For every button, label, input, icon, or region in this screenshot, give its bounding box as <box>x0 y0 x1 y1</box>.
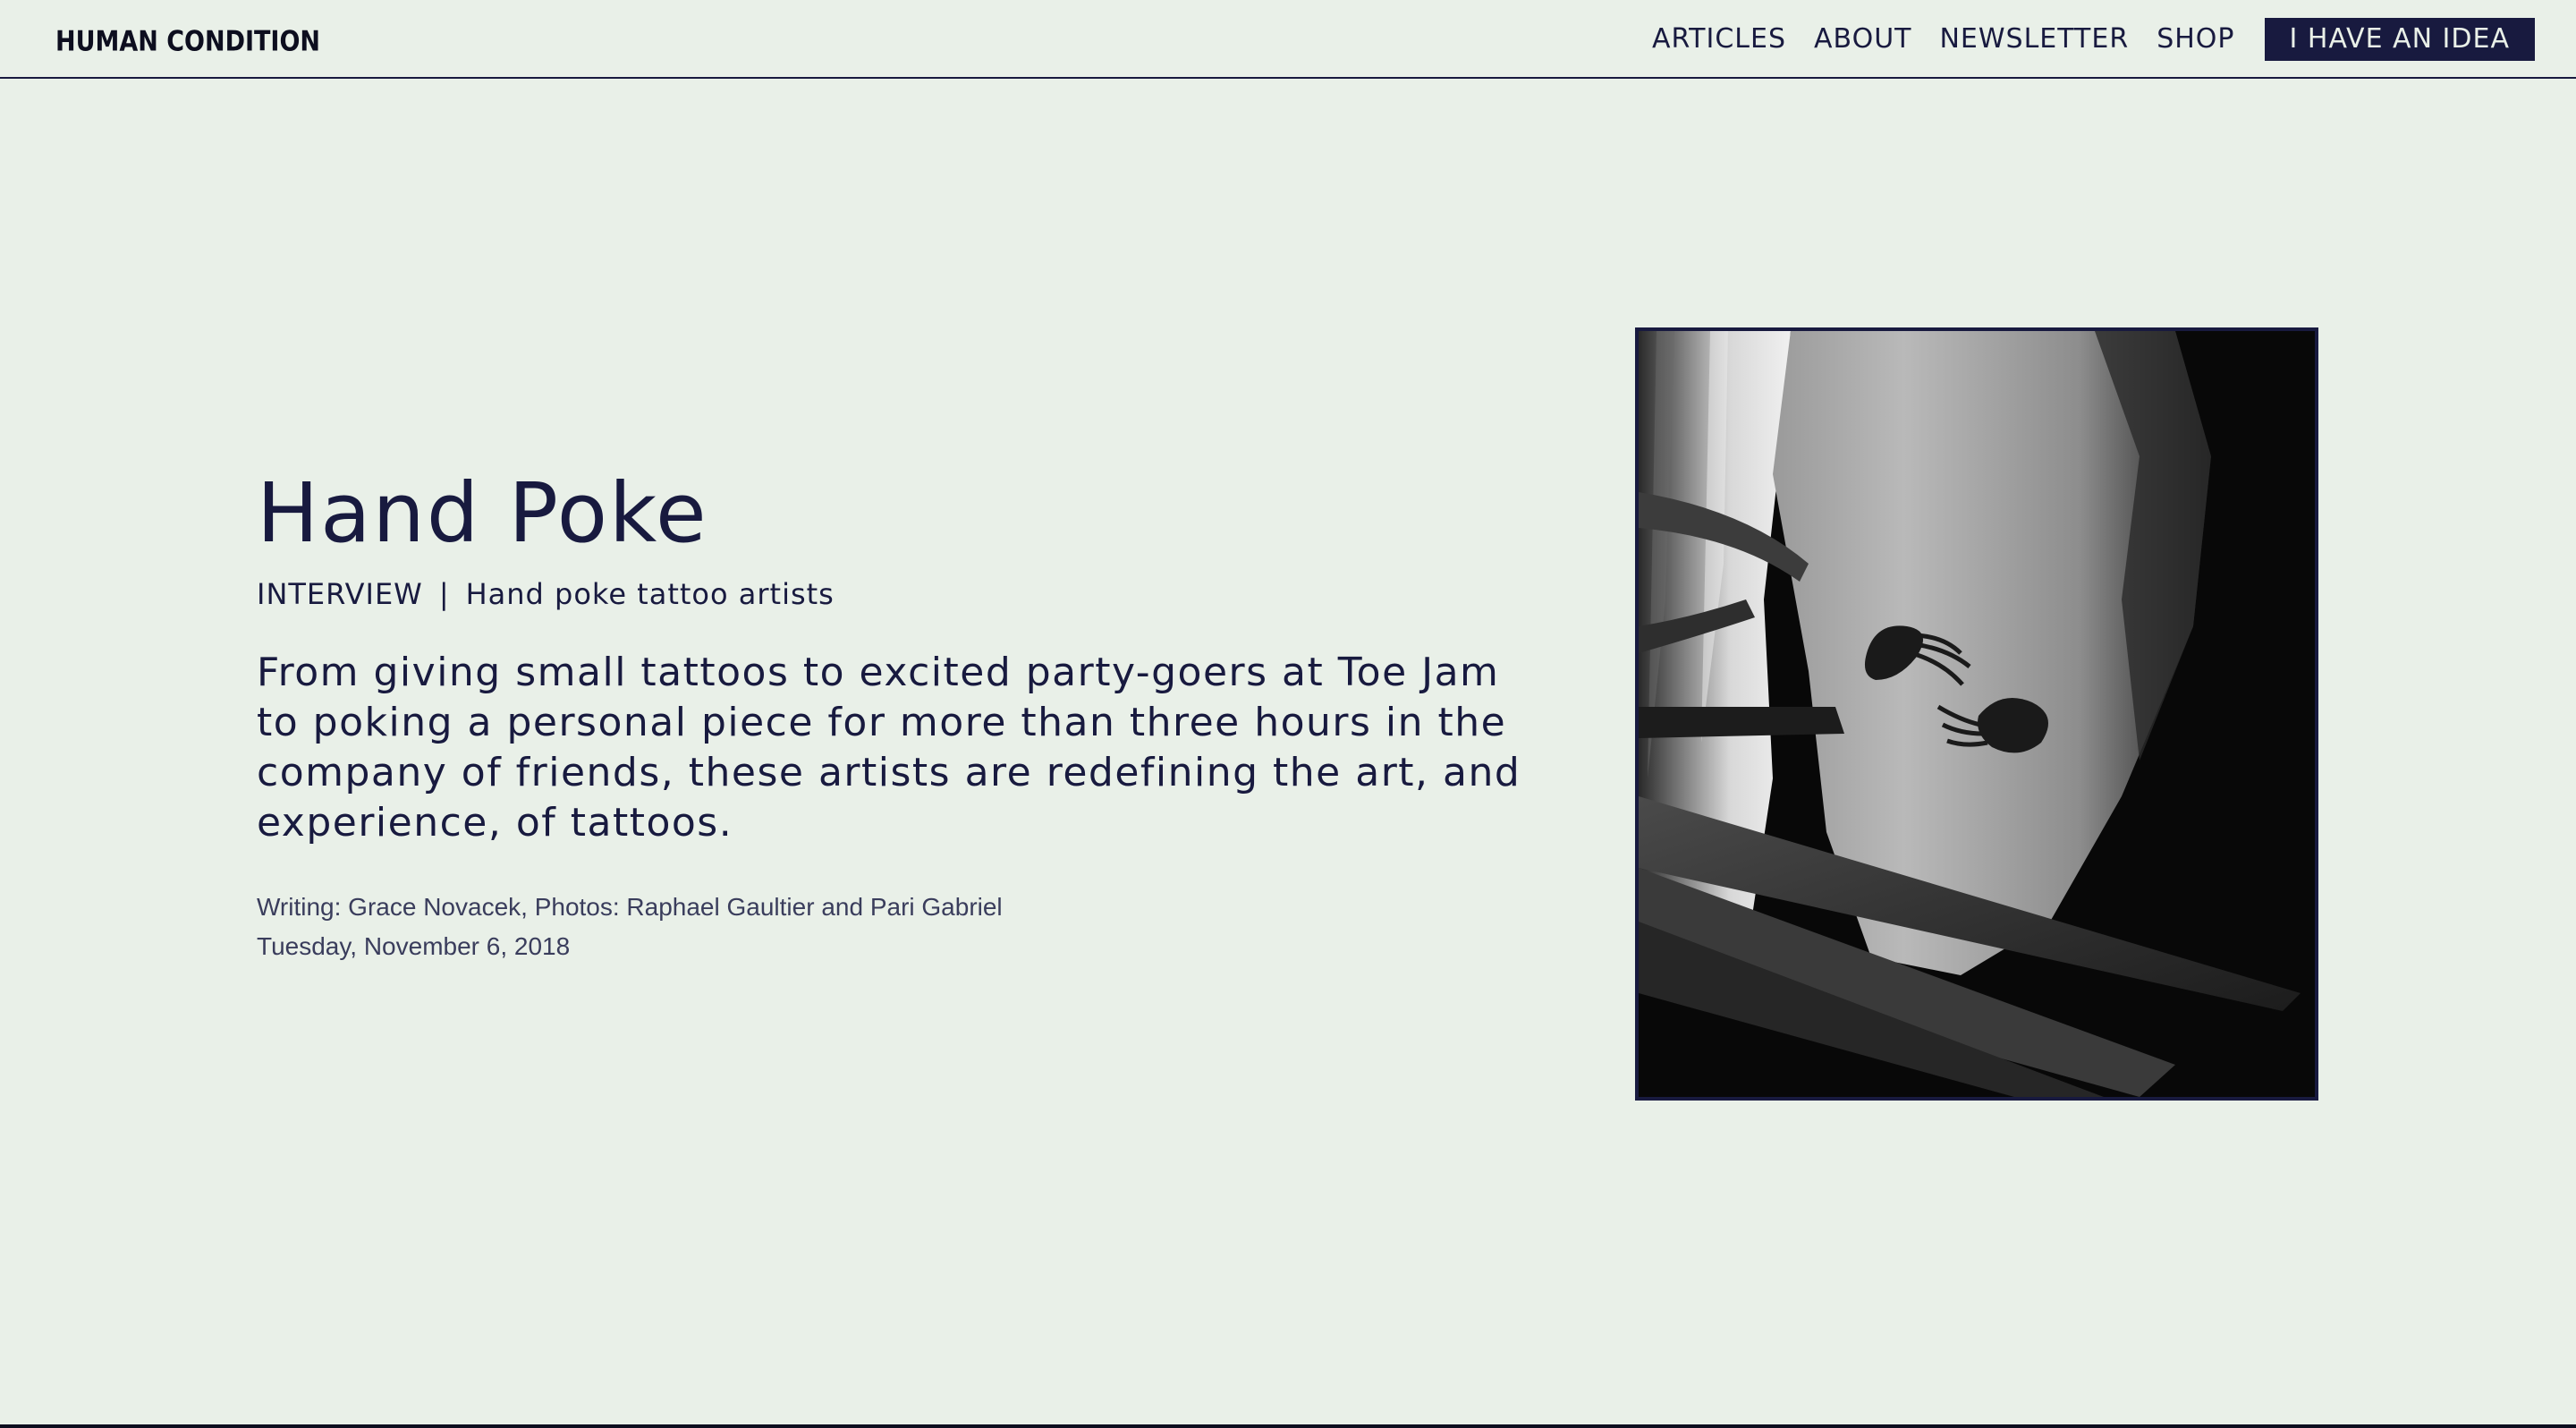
article-dek: From giving small tattoos to excited par… <box>257 650 1521 846</box>
article-hero: Hand Poke INTERVIEW | Hand poke tattoo art… <box>257 465 1545 966</box>
bottom-edge <box>0 1424 2576 1428</box>
nav-newsletter[interactable]: NEWSLETTER <box>1939 21 2129 57</box>
article-title: Hand Poke <box>257 465 708 561</box>
article-subtitle-line: INTERVIEW | Hand poke tattoo artists <box>257 574 1545 614</box>
site-header: HUMAN CONDITION ARTICLES ABOUT NEWSLETTE… <box>0 0 2576 79</box>
article-subtitle: Hand poke tattoo artists <box>465 577 835 611</box>
nav-articles[interactable]: ARTICLES <box>1652 21 1786 57</box>
nav-shop[interactable]: SHOP <box>2157 21 2234 57</box>
tattoo-photo-illustration <box>1639 331 2315 1097</box>
page: HUMAN CONDITION ARTICLES ABOUT NEWSLETTE… <box>0 0 2576 1428</box>
article-date: Tuesday, November 6, 2018 <box>257 932 571 960</box>
nav-about[interactable]: ABOUT <box>1814 21 1911 57</box>
article-credits: Writing: Grace Novacek, Photos: Raphael … <box>257 893 1003 921</box>
main-nav: ARTICLES ABOUT NEWSLETTER SHOP I HAVE AN… <box>1652 18 2535 61</box>
site-logo[interactable]: HUMAN CONDITION <box>55 25 320 59</box>
article-category[interactable]: INTERVIEW <box>257 577 423 611</box>
i-have-an-idea-button[interactable]: I HAVE AN IDEA <box>2264 18 2535 61</box>
hero-photo <box>1635 327 2318 1101</box>
article-byline: Writing: Grace Novacek, Photos: Raphael … <box>257 888 1545 966</box>
subtitle-separator: | <box>438 577 450 611</box>
